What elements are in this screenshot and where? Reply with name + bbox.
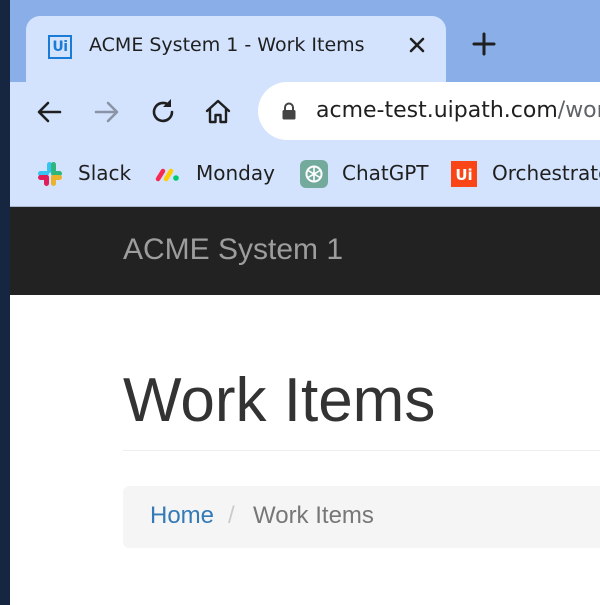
tab-strip: Ui ACME System 1 - Work Items [10, 0, 600, 82]
desktop-edge [0, 0, 10, 605]
title-divider [123, 450, 600, 451]
reload-icon [152, 99, 174, 123]
navbar-brand-link[interactable]: ACME System 1 [123, 233, 343, 267]
uipath-favicon-icon: Ui [48, 35, 72, 59]
forward-button[interactable] [90, 96, 122, 128]
bookmark-label: Slack [78, 161, 132, 185]
bookmarks-bar: Slack Monday ChatGPT Ui Orchestrato [10, 144, 600, 207]
breadcrumb: Home / Work Items [123, 486, 600, 548]
chatgpt-icon [300, 160, 328, 188]
uipath-icon: Ui [451, 161, 477, 187]
slack-icon [38, 162, 62, 186]
breadcrumb-separator: / [228, 502, 235, 529]
bookmark-label: Monday [196, 161, 275, 185]
page-title: Work Items [123, 366, 436, 435]
url-host: acme-test.uipath.com [316, 98, 558, 123]
breadcrumb-home-link[interactable]: Home [150, 502, 214, 530]
tab-close-button[interactable] [402, 30, 432, 60]
home-button[interactable] [202, 96, 234, 128]
back-button[interactable] [34, 96, 66, 128]
bookmark-label: Orchestrato [492, 161, 600, 185]
url-text[interactable]: acme-test.uipath.com/wor [316, 98, 600, 123]
lock-icon[interactable] [281, 102, 297, 120]
bookmark-label: ChatGPT [342, 161, 429, 185]
close-icon [409, 37, 425, 53]
monday-icon [155, 168, 179, 182]
app-navbar: ACME System 1 [10, 207, 600, 295]
url-path: /wor [557, 98, 600, 123]
address-bar[interactable]: acme-test.uipath.com/wor [258, 82, 600, 140]
reload-button[interactable] [147, 96, 179, 128]
arrow-right-icon [94, 101, 119, 123]
tab-title: ACME System 1 - Work Items [89, 34, 365, 56]
arrow-left-icon [37, 101, 62, 123]
plus-icon [472, 32, 496, 56]
home-icon [205, 99, 231, 124]
browser-window: Ui ACME System 1 - Work Items acme-test.… [10, 0, 600, 605]
browser-toolbar: acme-test.uipath.com/wor [10, 82, 600, 144]
page-content: Work Items Home / Work Items [10, 295, 600, 605]
new-tab-button[interactable] [468, 28, 500, 60]
tab-acme-work-items[interactable]: Ui ACME System 1 - Work Items [26, 16, 446, 82]
breadcrumb-current: Work Items [253, 502, 374, 529]
svg-text:Ui: Ui [455, 166, 472, 184]
